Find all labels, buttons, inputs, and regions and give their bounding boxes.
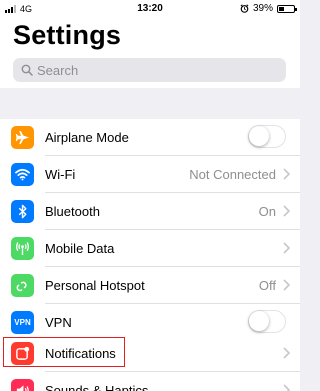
- speaker-icon: [11, 379, 34, 391]
- status-right: 39%: [240, 3, 297, 14]
- chevron-right-icon: [283, 205, 290, 217]
- notifications-icon: [11, 342, 34, 365]
- chevron-right-icon: [283, 242, 290, 254]
- chevron-right-icon: [283, 279, 290, 291]
- battery-percent: 39%: [252, 3, 273, 14]
- page-title: Settings: [13, 20, 122, 50]
- settings-header: Settings: [0, 18, 300, 88]
- personal-hotspot-label: Personal Hotspot: [45, 278, 145, 293]
- vpn-toggle[interactable]: [248, 310, 286, 333]
- airplane-mode-label: Airplane Mode: [45, 130, 129, 145]
- airplane-mode-row[interactable]: Airplane Mode: [0, 119, 300, 156]
- wifi-label: Wi-Fi: [45, 167, 76, 182]
- status-bar: 4G 13:20 39%: [0, 0, 300, 18]
- battery-icon: [277, 4, 297, 13]
- airplane-icon: [11, 126, 34, 149]
- hotspot-icon: [11, 274, 34, 297]
- chevron-right-icon: [283, 347, 290, 359]
- wifi-row[interactable]: Wi-Fi Not Connected: [0, 156, 300, 193]
- notifications-row[interactable]: Notifications: [0, 335, 300, 372]
- toggle-knob: [249, 126, 269, 146]
- notifications-label: Notifications: [45, 346, 116, 361]
- personal-hotspot-row[interactable]: Personal Hotspot Off: [0, 267, 300, 304]
- connectivity-group: Airplane Mode Wi-Fi Not Connected Blueto…: [0, 119, 300, 341]
- sounds-haptics-row[interactable]: Sounds & Haptics: [0, 372, 300, 391]
- search-bar[interactable]: [13, 58, 286, 82]
- wifi-icon: [11, 163, 34, 186]
- search-icon: [21, 64, 33, 76]
- vpn-icon: VPN: [11, 311, 34, 334]
- bluetooth-row[interactable]: Bluetooth On: [0, 193, 300, 230]
- bluetooth-status: On: [258, 204, 276, 219]
- airplane-mode-toggle[interactable]: [248, 125, 286, 148]
- search-input[interactable]: [37, 62, 277, 78]
- chevron-right-icon: [283, 168, 290, 180]
- mobile-data-label: Mobile Data: [45, 241, 115, 256]
- wifi-status: Not Connected: [189, 167, 276, 182]
- sounds-haptics-label: Sounds & Haptics: [45, 383, 149, 391]
- battery-level: [279, 6, 284, 11]
- vpn-icon-text: VPN: [14, 318, 31, 327]
- bluetooth-label: Bluetooth: [45, 204, 100, 219]
- bluetooth-icon: [11, 200, 34, 223]
- antenna-icon: [11, 237, 34, 260]
- chevron-right-icon: [283, 384, 290, 391]
- vpn-label: VPN: [45, 315, 72, 330]
- toggle-knob: [249, 311, 269, 331]
- notifications-group: Notifications Sounds & Haptics: [0, 335, 300, 391]
- mobile-data-row[interactable]: Mobile Data: [0, 230, 300, 267]
- personal-hotspot-status: Off: [258, 278, 276, 293]
- alarm-icon: [240, 4, 249, 13]
